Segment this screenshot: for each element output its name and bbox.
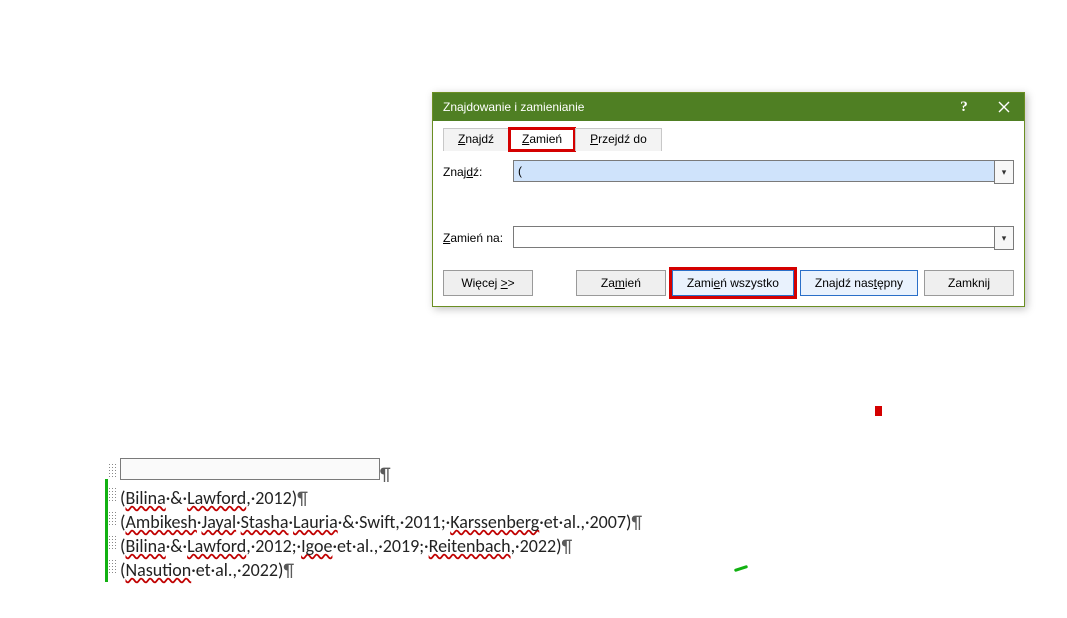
find-row: Znajdź: ▾ — [443, 160, 1014, 184]
drag-handle-icon[interactable] — [108, 535, 118, 550]
pilcrow-icon: ¶ — [380, 463, 391, 485]
drag-handle-icon[interactable] — [108, 511, 118, 526]
stray-mark — [734, 565, 748, 572]
drag-handle-icon[interactable] — [108, 487, 118, 502]
tab-replace[interactable]: Zamień — [509, 128, 575, 151]
replace-combo: ▾ — [513, 226, 1014, 250]
find-input[interactable] — [513, 160, 994, 182]
find-combo: ▾ — [513, 160, 1014, 184]
replace-button[interactable]: Zamień — [576, 270, 666, 296]
replace-row: Zamień na: ▾ — [443, 226, 1014, 250]
find-replace-dialog: Znajdowanie i zamienianie ? Znajdź Zamie… — [432, 92, 1025, 307]
replace-label: Zamień na: — [443, 231, 513, 245]
dialog-body: Znajdź Zamień Przejdź do Znajdź: ▾ Zamie… — [433, 121, 1024, 306]
stray-mark — [875, 406, 882, 416]
find-next-button[interactable]: Znajdź następny — [800, 270, 918, 296]
dialog-titlebar[interactable]: Znajdowanie i zamienianie ? — [433, 93, 1024, 121]
pilcrow-icon: ¶ — [297, 487, 308, 509]
replace-dropdown[interactable]: ▾ — [994, 226, 1014, 250]
doc-line[interactable]: ¶ — [108, 455, 642, 486]
empty-field[interactable] — [120, 458, 380, 480]
citation-text: (Bilina·&·Lawford,·2012) — [120, 487, 297, 509]
doc-line[interactable]: (Ambikesh·Jayal·Stasha·Lauria·&·Swift,·2… — [108, 510, 642, 534]
drag-handle-icon[interactable] — [108, 559, 118, 574]
dialog-tabs: Znajdź Zamień Przejdź do — [443, 127, 1014, 150]
close-icon[interactable] — [984, 93, 1024, 121]
pilcrow-icon: ¶ — [283, 559, 294, 581]
find-label: Znajdź: — [443, 165, 513, 179]
doc-line[interactable]: (Bilina·&·Lawford,·2012;·Igoe·et·al.,·20… — [108, 534, 642, 558]
change-tracking-bar — [105, 479, 108, 582]
doc-line[interactable]: (Bilina·&·Lawford,·2012)¶ — [108, 486, 642, 510]
pilcrow-icon: ¶ — [562, 535, 573, 557]
find-dropdown[interactable]: ▾ — [994, 160, 1014, 184]
tab-find[interactable]: Znajdź — [443, 128, 509, 151]
citation-text: (Nasution·et·al.,·2022) — [120, 559, 283, 581]
tab-goto[interactable]: Przejdź do — [575, 128, 662, 151]
replace-input[interactable] — [513, 226, 994, 248]
close-button[interactable]: Zamknij — [924, 270, 1014, 296]
pilcrow-icon: ¶ — [632, 511, 643, 533]
help-button[interactable]: ? — [944, 93, 984, 121]
doc-line[interactable]: (Nasution·et·al.,·2022)¶ — [108, 558, 642, 582]
drag-handle-icon[interactable] — [108, 463, 118, 478]
document-fragment: ¶(Bilina·&·Lawford,·2012)¶(Ambikesh·Jaya… — [108, 455, 642, 582]
citation-text: (Bilina·&·Lawford,·2012;·Igoe·et·al.,·20… — [120, 535, 562, 557]
dialog-buttons: Więcej >> Zamień Zamień wszystko Znajdź … — [443, 256, 1014, 296]
citation-text: (Ambikesh·Jayal·Stasha·Lauria·&·Swift,·2… — [120, 511, 632, 533]
more-button[interactable]: Więcej >> — [443, 270, 533, 296]
dialog-title: Znajdowanie i zamienianie — [443, 100, 584, 114]
replace-all-button[interactable]: Zamień wszystko — [672, 270, 794, 296]
